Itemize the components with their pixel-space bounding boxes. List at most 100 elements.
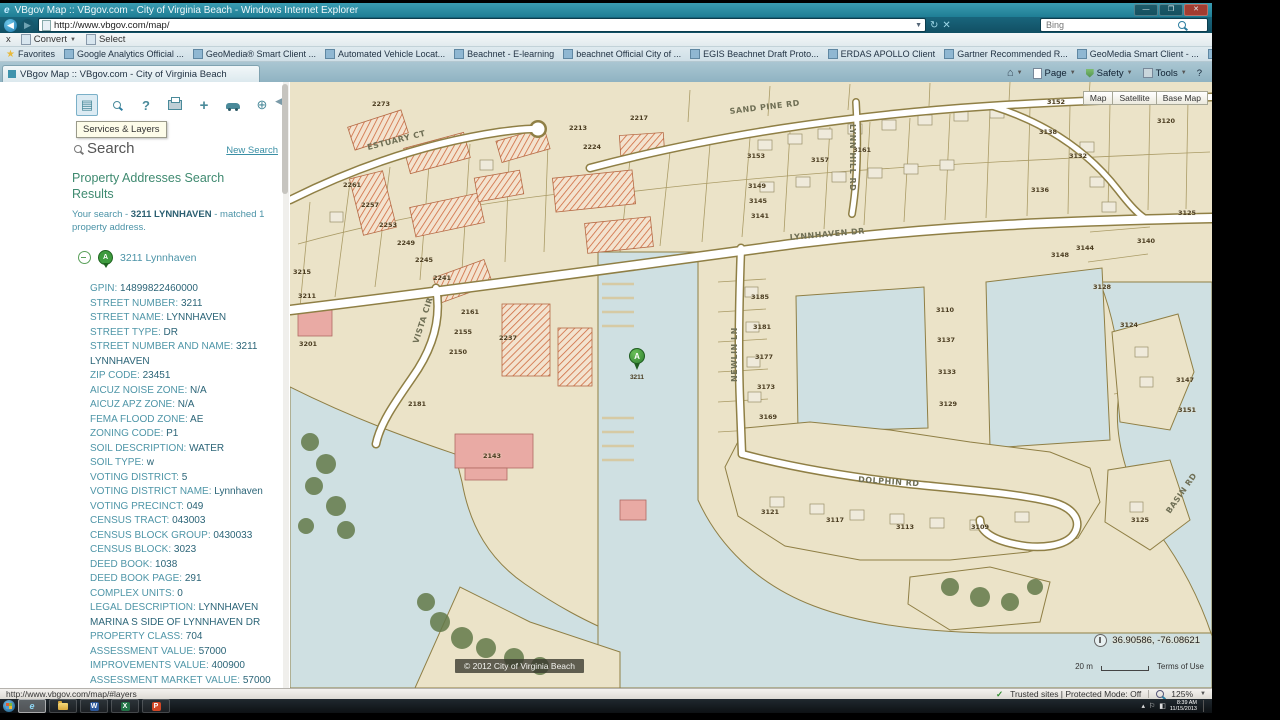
shield-icon bbox=[1086, 69, 1094, 78]
detail-value: 1038 bbox=[155, 559, 177, 570]
address-bar: ◀ ▶ http://www.vbgov.com/map/ ▼ ↻ ✕ bbox=[0, 17, 1212, 33]
result-item[interactable]: A 3211 Lynnhaven bbox=[78, 250, 196, 265]
favorite-item[interactable]: GeoMedia® Smart Client ... bbox=[193, 49, 316, 59]
address-dropdown-icon[interactable]: ▼ bbox=[915, 22, 922, 29]
status-url: http://www.vbgov.com/map/#layers bbox=[6, 689, 137, 699]
zoom-caret-icon[interactable]: ▼ bbox=[1200, 691, 1206, 697]
car-icon bbox=[226, 103, 240, 109]
favicon bbox=[1077, 49, 1087, 59]
window-controls: — ❐ ✕ bbox=[1134, 4, 1208, 16]
convert-caret-icon: ▼ bbox=[70, 37, 76, 43]
marker-head[interactable]: A bbox=[629, 348, 645, 364]
help-menu[interactable]: ? bbox=[1197, 68, 1202, 79]
directions-tool-button[interactable] bbox=[223, 95, 243, 115]
collapse-result-icon[interactable] bbox=[78, 251, 91, 264]
search-tool-button[interactable] bbox=[107, 95, 127, 115]
collapse-sidebar-button[interactable]: ◀ bbox=[275, 96, 282, 107]
favorite-item[interactable]: beachnet Official City of ... bbox=[563, 49, 681, 59]
zoom-level[interactable]: 125% bbox=[1171, 689, 1193, 699]
windows-logo-icon bbox=[6, 703, 12, 709]
map-canvas: ESTUARY CT SAND PINE RD LYNN HILL RD LYN… bbox=[290, 82, 1212, 688]
letterbox-right bbox=[1212, 0, 1280, 720]
taskbar-explorer-button[interactable] bbox=[49, 699, 77, 713]
favorite-item[interactable]: Automated Vehicle Locat... bbox=[325, 49, 445, 59]
detail-value: 0 bbox=[177, 588, 183, 599]
safety-menu[interactable]: Safety▼ bbox=[1086, 68, 1133, 79]
basemap-button[interactable]: Map bbox=[1083, 91, 1114, 105]
favorite-item[interactable]: EGIS Beachnet Draft Proto... bbox=[690, 49, 819, 59]
favicon bbox=[828, 49, 838, 59]
zoom-icon[interactable] bbox=[1156, 690, 1164, 698]
basemap-button[interactable]: Base Map bbox=[1156, 91, 1208, 105]
favorite-item[interactable]: Gartner Recommended R... bbox=[944, 49, 1068, 59]
system-tray: ▴ ⚐ ◧ 8:39 AM 11/15/2013 bbox=[1141, 700, 1209, 712]
favicon bbox=[563, 49, 573, 59]
convert-label: Convert bbox=[34, 34, 67, 45]
locate-tool-button[interactable]: ⊕ bbox=[252, 95, 272, 115]
search-icon[interactable] bbox=[1178, 21, 1186, 29]
add-tool-button[interactable]: + bbox=[194, 95, 214, 115]
page-menu[interactable]: Page▼ bbox=[1033, 68, 1076, 79]
detail-label: ZIP CODE bbox=[90, 370, 143, 381]
start-button[interactable] bbox=[3, 700, 15, 712]
detail-value: 043003 bbox=[172, 515, 205, 526]
taskbar-ie-button[interactable]: e bbox=[18, 699, 46, 713]
tab-title: VBgov Map :: VBgov.com - City of Virgini… bbox=[20, 69, 227, 80]
window-title-bar: e VBgov Map :: VBgov.com - City of Virgi… bbox=[0, 3, 1212, 17]
maximize-button[interactable]: ❐ bbox=[1159, 4, 1183, 16]
action-center-icon[interactable]: ⚐ bbox=[1149, 702, 1155, 710]
back-button[interactable]: ◀ bbox=[4, 19, 17, 32]
detail-value: AE bbox=[190, 414, 203, 425]
tab-active[interactable]: VBgov Map :: VBgov.com - City of Virgini… bbox=[2, 65, 260, 82]
detail-label: AICUZ APZ ZONE bbox=[90, 399, 178, 410]
ie-icon: e bbox=[4, 5, 10, 16]
forward-button[interactable]: ▶ bbox=[21, 19, 34, 32]
network-icon[interactable]: ◧ bbox=[1159, 702, 1166, 710]
addon-close-button[interactable]: x bbox=[6, 34, 11, 45]
services-layers-button[interactable]: ▤ bbox=[76, 94, 98, 116]
sidebar-scrollbar[interactable] bbox=[283, 82, 289, 688]
favorites-button[interactable]: ★ Favorites bbox=[6, 49, 55, 60]
detail-label: GPIN bbox=[90, 283, 120, 294]
search-input[interactable] bbox=[1044, 19, 1178, 31]
detail-label: COMPLEX UNITS bbox=[90, 588, 177, 599]
select-button[interactable]: Select bbox=[86, 34, 125, 45]
favorites-label: Favorites bbox=[18, 49, 55, 59]
map-viewport[interactable]: ESTUARY CT SAND PINE RD LYNN HILL RD LYN… bbox=[290, 82, 1212, 688]
stop-icon[interactable]: ✕ bbox=[942, 20, 950, 31]
favorite-item[interactable]: ERDAS APOLLO Client bbox=[828, 49, 936, 59]
refresh-icon[interactable]: ↻ bbox=[930, 20, 938, 31]
detail-value: 57000 bbox=[243, 675, 271, 686]
show-desktop-button[interactable] bbox=[1203, 700, 1209, 712]
new-search-link[interactable]: New Search bbox=[226, 145, 278, 156]
taskbar-word-button[interactable]: W bbox=[80, 699, 108, 713]
taskbar-clock[interactable]: 8:39 AM 11/15/2013 bbox=[1170, 700, 1197, 712]
favorite-item[interactable]: GeoMedia Smart Client - ... bbox=[1077, 49, 1199, 59]
search-box[interactable] bbox=[1040, 18, 1208, 32]
detail-row: AICUZ NOISE ZONEN/A bbox=[90, 384, 280, 399]
detail-row: VOTING PRECINCT049 bbox=[90, 500, 280, 515]
close-button[interactable]: ✕ bbox=[1184, 4, 1208, 16]
search-icon bbox=[113, 101, 121, 109]
favorite-item[interactable]: Beachnet - E-learning bbox=[454, 49, 554, 59]
minimize-button[interactable]: — bbox=[1134, 4, 1158, 16]
taskbar-excel-button[interactable]: X bbox=[111, 699, 139, 713]
detail-label: STREET NUMBER AND NAME bbox=[90, 341, 236, 352]
favorite-item[interactable]: Google Analytics Official ... bbox=[64, 49, 184, 59]
scrollbar-thumb[interactable] bbox=[282, 84, 288, 194]
tab-bar: VBgov Map :: VBgov.com - City of Virgini… bbox=[0, 62, 1212, 82]
detail-row: STREET NAMELYNNHAVEN bbox=[90, 311, 280, 326]
convert-button[interactable]: Convert ▼ bbox=[21, 34, 76, 45]
hidden-icons-button[interactable]: ▴ bbox=[1141, 702, 1145, 710]
address-field[interactable]: http://www.vbgov.com/map/ ▼ bbox=[38, 18, 926, 32]
terms-of-use-link[interactable]: Terms of Use bbox=[1157, 662, 1204, 671]
detail-row: FEMA FLOOD ZONEAE bbox=[90, 413, 280, 428]
home-button[interactable]: ⌂▼ bbox=[1007, 67, 1023, 79]
detail-label: DEED BOOK bbox=[90, 559, 155, 570]
tools-menu[interactable]: Tools▼ bbox=[1143, 68, 1187, 79]
help-tool-button[interactable]: ? bbox=[136, 95, 156, 115]
print-tool-button[interactable] bbox=[165, 95, 185, 115]
taskbar-powerpoint-button[interactable]: P bbox=[142, 699, 170, 713]
select-label: Select bbox=[99, 34, 125, 45]
basemap-button[interactable]: Satellite bbox=[1112, 91, 1156, 105]
